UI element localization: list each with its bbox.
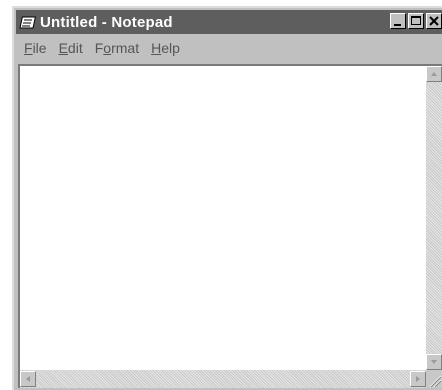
text-editor[interactable] (20, 66, 426, 370)
arrow-down-icon (431, 360, 437, 364)
menu-help-accel: H (151, 40, 162, 56)
notepad-icon[interactable] (19, 14, 37, 30)
menu-help[interactable]: Help (151, 40, 180, 56)
menu-file-rest: ile (32, 40, 47, 56)
menu-format-rest: rmat (111, 40, 140, 56)
maximize-button[interactable] (408, 13, 424, 29)
menu-file-accel: F (24, 40, 33, 56)
menu-edit[interactable]: Edit (59, 40, 83, 56)
arrow-up-icon (431, 72, 437, 76)
menu-bar: File Edit Format Help (16, 36, 442, 60)
arrow-left-icon (26, 376, 30, 382)
arrow-right-icon (416, 376, 420, 382)
size-grip[interactable] (426, 370, 442, 388)
resize-grip-icon (429, 375, 442, 388)
scroll-left-button[interactable] (20, 371, 36, 387)
menu-edit-rest: dit (67, 40, 83, 56)
window-title: Untitled - Notepad (40, 13, 173, 31)
minimize-button[interactable] (390, 13, 406, 29)
menu-edit-accel: E (58, 40, 68, 56)
minimize-icon (394, 24, 401, 26)
menu-format-accel: o (103, 40, 112, 56)
menu-help-rest: elp (161, 40, 180, 56)
close-icon (429, 16, 439, 26)
menu-format[interactable]: Format (95, 40, 139, 56)
menu-file[interactable]: File (24, 40, 47, 56)
scroll-right-button[interactable] (410, 371, 426, 387)
client-area (18, 64, 442, 388)
notepad-window: Untitled - Notepad File Edit Format Help (12, 6, 442, 390)
horizontal-scrollbar[interactable] (20, 370, 426, 388)
menu-format-first: F (94, 40, 104, 56)
window-controls (390, 13, 442, 29)
vertical-scrollbar[interactable] (426, 66, 442, 370)
title-bar[interactable]: Untitled - Notepad (16, 10, 442, 34)
maximize-icon (411, 16, 421, 25)
close-button[interactable] (426, 13, 442, 29)
scroll-down-button[interactable] (426, 354, 442, 370)
scroll-up-button[interactable] (426, 66, 442, 82)
